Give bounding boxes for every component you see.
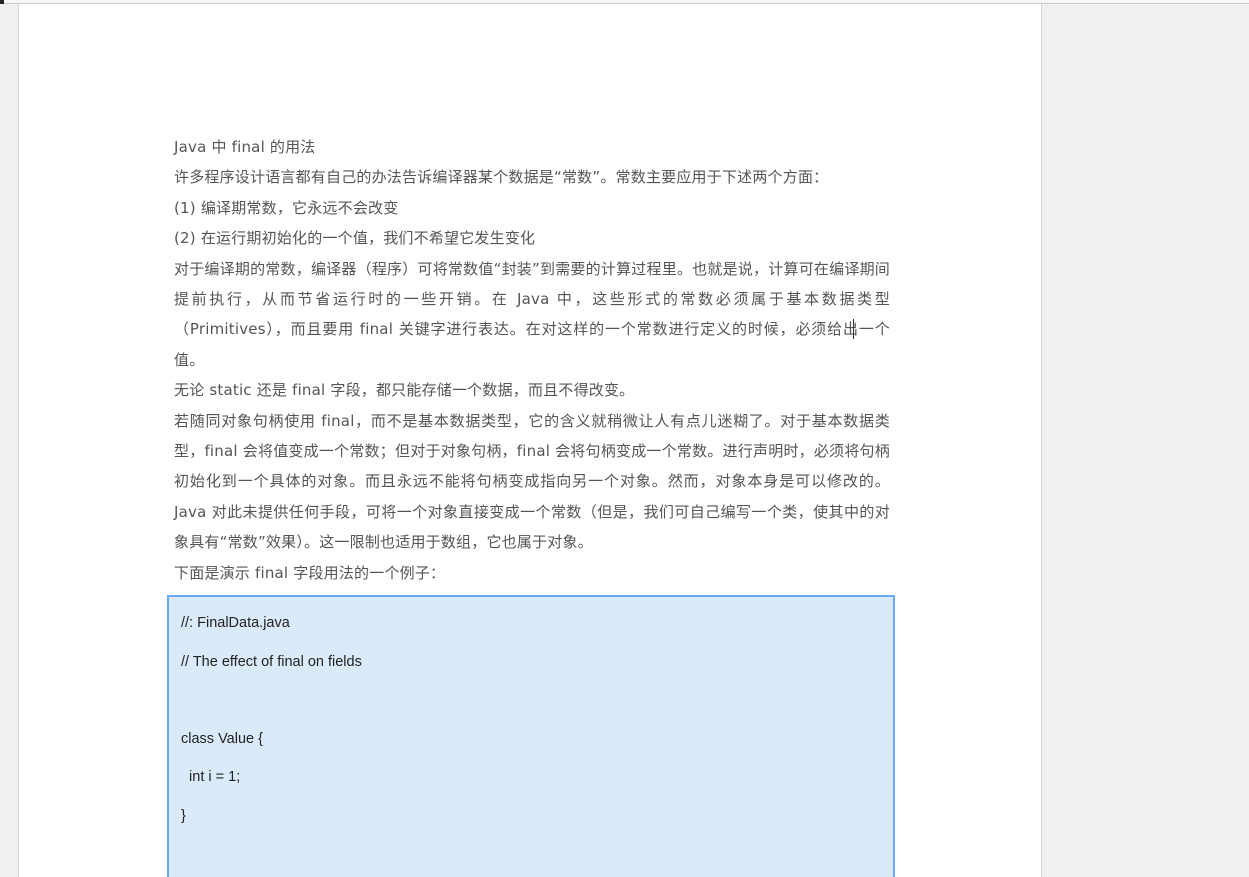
code-line: }	[181, 807, 186, 824]
paragraph: (2) 在运行期初始化的一个值，我们不希望它发生变化	[174, 229, 536, 248]
right-side-pane	[1042, 4, 1249, 877]
paragraph: 对于编译期的常数，编译器（程序）可将常数值“封装”到需要的计算过程里。也就是说，…	[174, 259, 890, 369]
code-line: //: FinalData.java	[181, 615, 290, 631]
paragraph: (1) 编译期常数，它永远不会改变	[174, 198, 399, 217]
paragraph: 许多程序设计语言都有自己的办法告诉编译器某个数据是“常数”。常数主要应用于下述两…	[174, 168, 829, 187]
paragraph: 下面是演示 final 字段用法的一个例子：	[174, 563, 446, 582]
code-line: class Value {	[181, 730, 263, 747]
document-body[interactable]: Java 中 final 的用法 许多程序设计语言都有自己的办法告诉编译器某个数…	[174, 132, 890, 588]
corner-marker	[0, 0, 4, 4]
paragraph: 无论 static 还是 final 字段，都只能存储一个数据，而且不得改变。	[174, 381, 635, 400]
document-page[interactable]: Java 中 final 的用法 许多程序设计语言都有自己的办法告诉编译器某个数…	[18, 4, 1042, 877]
code-line: int i = 1;	[181, 769, 241, 785]
code-line: // The effect of final on fields	[181, 653, 362, 670]
document-title: Java 中 final 的用法	[174, 138, 316, 156]
code-block[interactable]: //: FinalData.java // The effect of fina…	[167, 595, 895, 877]
paragraph: 若随同对象句柄使用 final，而不是基本数据类型，它的含义就稍微让人有点儿迷糊…	[174, 411, 890, 552]
text-cursor	[853, 319, 854, 339]
